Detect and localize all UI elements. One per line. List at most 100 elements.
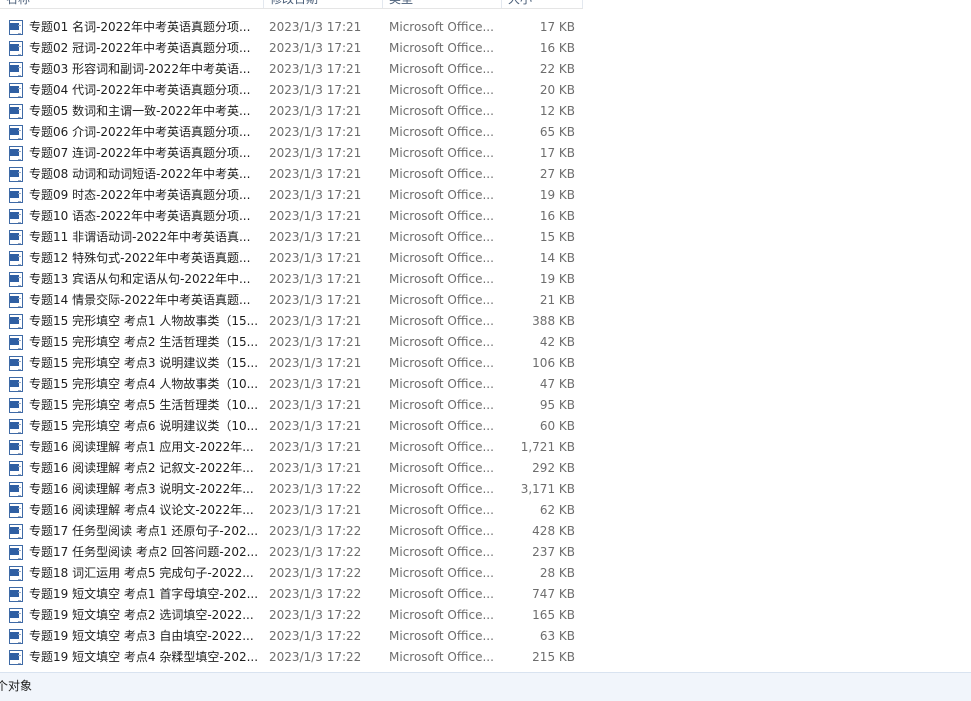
file-row[interactable]: 专题15 完形填空 考点1 人物故事类（15... 2023/1/3 17:21 M… [0, 311, 583, 332]
file-size: 388 KB [532, 314, 575, 328]
word-document-icon [9, 188, 23, 203]
word-document-icon [9, 335, 23, 350]
file-row[interactable]: 专题09 时态-2022年中考英语真题分项... 2023/1/3 17:21 Mi… [0, 185, 583, 206]
file-row[interactable]: 专题11 非谓语动词-2022年中考英语真... 2023/1/3 17:21 Mi… [0, 227, 583, 248]
file-name: 专题13 宾语从句和定语从句-2022年中... [29, 272, 251, 286]
file-modified-date: 2023/1/3 17:21 [269, 461, 362, 475]
file-modified-date: 2023/1/3 17:21 [269, 335, 362, 349]
file-size: 20 KB [539, 83, 575, 97]
file-modified-date: 2023/1/3 17:22 [269, 545, 362, 559]
status-bar: 个对象 [0, 672, 971, 701]
file-row[interactable]: 专题08 动词和动词短语-2022年中考英... 2023/1/3 17:21 Mi… [0, 164, 583, 185]
column-header-name[interactable]: 名称 [0, 0, 264, 8]
file-row[interactable]: 专题02 冠词-2022年中考英语真题分项... 2023/1/3 17:21 Mi… [0, 38, 583, 59]
file-row[interactable]: 专题15 完形填空 考点4 人物故事类（10... 2023/1/3 17:21 M… [0, 374, 583, 395]
file-type: Microsoft Office... [389, 167, 494, 181]
file-row[interactable]: 专题19 短文填空 考点3 自由填空-2022... 2023/1/3 17:22… [0, 626, 583, 647]
file-row[interactable]: 专题16 阅读理解 考点4 议论文-2022年... 2023/1/3 17:21… [0, 500, 583, 521]
file-name: 专题15 完形填空 考点5 生活哲理类（10... [29, 398, 257, 412]
file-size: 17 KB [539, 20, 575, 34]
file-row[interactable]: 专题12 特殊句式-2022年中考英语真题... 2023/1/3 17:21 Mi… [0, 248, 583, 269]
file-row[interactable]: 专题16 阅读理解 考点1 应用文-2022年... 2023/1/3 17:21… [0, 437, 583, 458]
file-row[interactable]: 专题10 语态-2022年中考英语真题分项... 2023/1/3 17:21 Mi… [0, 206, 583, 227]
file-row[interactable]: 专题19 短文填空 考点4 杂糅型填空-202... 2023/1/3 17:22… [0, 647, 583, 668]
file-type: Microsoft Office... [389, 629, 494, 643]
file-name: 专题14 情景交际-2022年中考英语真题... [29, 293, 251, 307]
file-type: Microsoft Office... [389, 335, 494, 349]
file-name: 专题05 数词和主谓一致-2022年中考英... [29, 104, 251, 118]
file-type: Microsoft Office... [389, 356, 494, 370]
file-name: 专题16 阅读理解 考点1 应用文-2022年... [29, 440, 254, 454]
file-row[interactable]: 专题14 情景交际-2022年中考英语真题... 2023/1/3 17:21 Mi… [0, 290, 583, 311]
file-row[interactable]: 专题15 完形填空 考点2 生活哲理类（15... 2023/1/3 17:21 M… [0, 332, 583, 353]
file-size: 65 KB [539, 125, 575, 139]
file-type: Microsoft Office... [389, 251, 494, 265]
file-row[interactable]: 专题04 代词-2022年中考英语真题分项... 2023/1/3 17:21 Mi… [0, 80, 583, 101]
file-size: 428 KB [532, 524, 575, 538]
file-size: 63 KB [539, 629, 575, 643]
file-row[interactable]: 专题07 连词-2022年中考英语真题分项... 2023/1/3 17:21 Mi… [0, 143, 583, 164]
file-row[interactable]: 专题18 词汇运用 考点5 完成句子-2022... 2023/1/3 17:22… [0, 563, 583, 584]
file-row[interactable]: 专题19 短文填空 考点1 首字母填空-202... 2023/1/3 17:22… [0, 584, 583, 605]
file-name: 专题15 完形填空 考点6 说明建议类（10... [29, 419, 257, 433]
file-modified-date: 2023/1/3 17:22 [269, 650, 362, 664]
file-modified-date: 2023/1/3 17:21 [269, 146, 362, 160]
file-type: Microsoft Office... [389, 41, 494, 55]
word-document-icon [9, 125, 23, 140]
file-row[interactable]: 专题19 短文填空 考点2 选词填空-2022... 2023/1/3 17:22… [0, 605, 583, 626]
column-header-date[interactable]: 修改日期 [264, 0, 383, 8]
file-type: Microsoft Office... [389, 461, 494, 475]
file-modified-date: 2023/1/3 17:21 [269, 125, 362, 139]
file-size: 215 KB [532, 650, 575, 664]
file-name: 专题19 短文填空 考点2 选词填空-2022... [29, 608, 254, 622]
file-size: 28 KB [539, 566, 575, 580]
file-row[interactable]: 专题01 名词-2022年中考英语真题分项... 2023/1/3 17:21 Mi… [0, 17, 583, 38]
file-name: 专题10 语态-2022年中考英语真题分项... [29, 209, 251, 223]
file-modified-date: 2023/1/3 17:21 [269, 419, 362, 433]
file-size: 14 KB [539, 251, 575, 265]
file-row[interactable]: 专题03 形容词和副词-2022年中考英语... 2023/1/3 17:21 Mi… [0, 59, 583, 80]
file-row[interactable]: 专题15 完形填空 考点5 生活哲理类（10... 2023/1/3 17:21 M… [0, 395, 583, 416]
file-row[interactable]: 专题16 阅读理解 考点3 说明文-2022年... 2023/1/3 17:22… [0, 479, 583, 500]
file-row[interactable]: 专题13 宾语从句和定语从句-2022年中... 2023/1/3 17:21 Mi… [0, 269, 583, 290]
file-size: 16 KB [539, 41, 575, 55]
file-type: Microsoft Office... [389, 83, 494, 97]
file-row[interactable]: 专题15 完形填空 考点3 说明建议类（15... 2023/1/3 17:21 M… [0, 353, 583, 374]
file-type: Microsoft Office... [389, 440, 494, 454]
file-name: 专题18 词汇运用 考点5 完成句子-2022... [29, 566, 254, 580]
file-name: 专题11 非谓语动词-2022年中考英语真... [29, 230, 251, 244]
file-modified-date: 2023/1/3 17:21 [269, 377, 362, 391]
file-type: Microsoft Office... [389, 272, 494, 286]
file-name: 专题17 任务型阅读 考点1 还原句子-202... [29, 524, 257, 538]
column-header-size[interactable]: 大小 [502, 0, 583, 8]
file-row[interactable]: 专题17 任务型阅读 考点2 回答问题-202... 2023/1/3 17:22… [0, 542, 583, 563]
file-type: Microsoft Office... [389, 209, 494, 223]
file-modified-date: 2023/1/3 17:21 [269, 251, 362, 265]
file-type: Microsoft Office... [389, 482, 494, 496]
word-document-icon [9, 419, 23, 434]
file-name: 专题07 连词-2022年中考英语真题分项... [29, 146, 251, 160]
word-document-icon [9, 209, 23, 224]
file-row[interactable]: 专题05 数词和主谓一致-2022年中考英... 2023/1/3 17:21 Mi… [0, 101, 583, 122]
file-modified-date: 2023/1/3 17:21 [269, 20, 362, 34]
file-row[interactable]: 专题16 阅读理解 考点2 记叙文-2022年... 2023/1/3 17:21… [0, 458, 583, 479]
file-size: 106 KB [532, 356, 575, 370]
file-size: 3,171 KB [520, 482, 575, 496]
file-modified-date: 2023/1/3 17:21 [269, 62, 362, 76]
word-document-icon [9, 629, 23, 644]
file-row[interactable]: 专题17 任务型阅读 考点1 还原句子-202... 2023/1/3 17:22… [0, 521, 583, 542]
file-row[interactable]: 专题06 介词-2022年中考英语真题分项... 2023/1/3 17:21 Mi… [0, 122, 583, 143]
file-modified-date: 2023/1/3 17:22 [269, 566, 362, 580]
file-type: Microsoft Office... [389, 419, 494, 433]
file-name: 专题02 冠词-2022年中考英语真题分项... [29, 41, 251, 55]
file-size: 237 KB [532, 545, 575, 559]
word-document-icon [9, 524, 23, 539]
file-modified-date: 2023/1/3 17:21 [269, 188, 362, 202]
column-header-type[interactable]: 类型 [383, 0, 502, 8]
word-document-icon [9, 293, 23, 308]
file-name: 专题15 完形填空 考点4 人物故事类（10... [29, 377, 257, 391]
file-size: 17 KB [539, 146, 575, 160]
file-size: 22 KB [539, 62, 575, 76]
file-row[interactable]: 专题15 完形填空 考点6 说明建议类（10... 2023/1/3 17:21 M… [0, 416, 583, 437]
word-document-icon [9, 461, 23, 476]
